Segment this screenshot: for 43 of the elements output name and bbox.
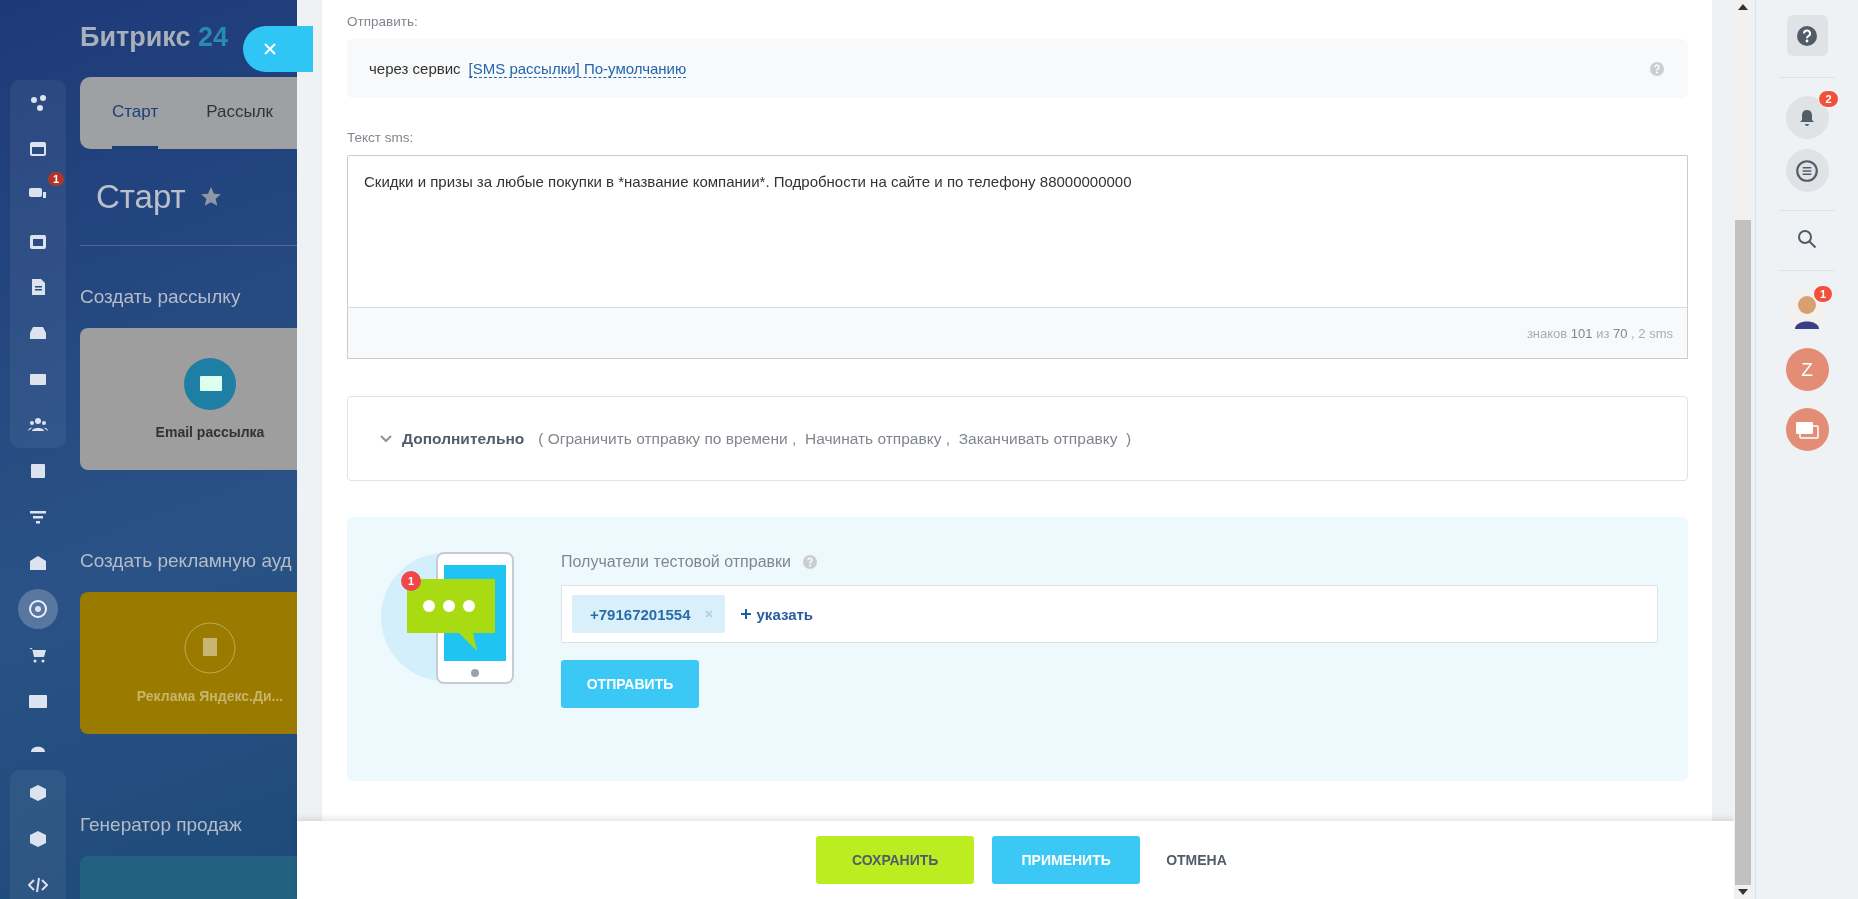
counter-badge: 1 [1812,285,1833,303]
field-label: Текст sms: [347,130,415,145]
sms-text-field[interactable]: Скидки и призы за любые покупки в *название компании*. Подробности на сайте и по телефону 88000000000 [347,155,1688,308]
save-button[interactable]: СОХРАНИТЬ [816,836,975,884]
envelope-icon [184,358,236,410]
close-icon [263,42,277,56]
target-icon[interactable] [18,589,58,629]
additional-options: ( Ограничить отправку по времени , Начинать отправку , Заканчивать отправку ) [538,429,1132,448]
app-logo[interactable]: Битрикс 24 [80,22,297,53]
chevron-icon[interactable] [380,434,392,443]
search-icon[interactable] [1797,229,1817,249]
section-title: Генератор продаж [80,814,243,836]
plus-icon [740,609,751,619]
card-label: Реклама Яндекс.Ди... [136,688,284,704]
add-recipient-link[interactable]: указать [740,605,814,623]
section-toggle[interactable]: Дополнительно [402,429,525,448]
field-label: Получатели тестовой отправки [561,553,791,571]
help-button[interactable] [1786,15,1828,56]
section-title: Создать рассылку [80,286,242,308]
star-icon[interactable] [199,186,222,208]
scroll-down-icon[interactable] [1738,889,1748,895]
receipt-icon [184,622,236,674]
help-icon [1797,25,1817,46]
tab[interactable]: Старт [112,77,159,149]
close-button[interactable] [243,26,313,72]
page-title: Старт [96,178,186,216]
section-title: Создать рекламную ауд [80,550,293,572]
chat-icon[interactable] [1785,149,1829,192]
email-card[interactable]: Email рассылка [80,328,297,470]
character-counter: знаков 101 из 70 , 2 sms [347,308,1688,359]
tab[interactable]: Рассылк [206,77,273,149]
user-avatar[interactable]: Z [1785,348,1829,391]
user-avatar[interactable] [1787,289,1827,329]
counter-badge: 2 [1818,90,1839,108]
recipients-field[interactable]: +79167201554 указать [561,585,1658,643]
recipient-tag[interactable]: +79167201554 [572,595,725,633]
field-label: Отправить: [347,14,419,29]
card-label: Email рассылка [155,424,265,440]
scroll-up-icon[interactable] [1738,4,1748,10]
counter-badge: 1 [47,172,64,186]
cancel-button[interactable]: ОТМЕНА [1158,836,1235,884]
service-label: через сервис [369,60,461,77]
service-link[interactable]: [SMS рассылки] По-умолчанию [468,59,687,78]
